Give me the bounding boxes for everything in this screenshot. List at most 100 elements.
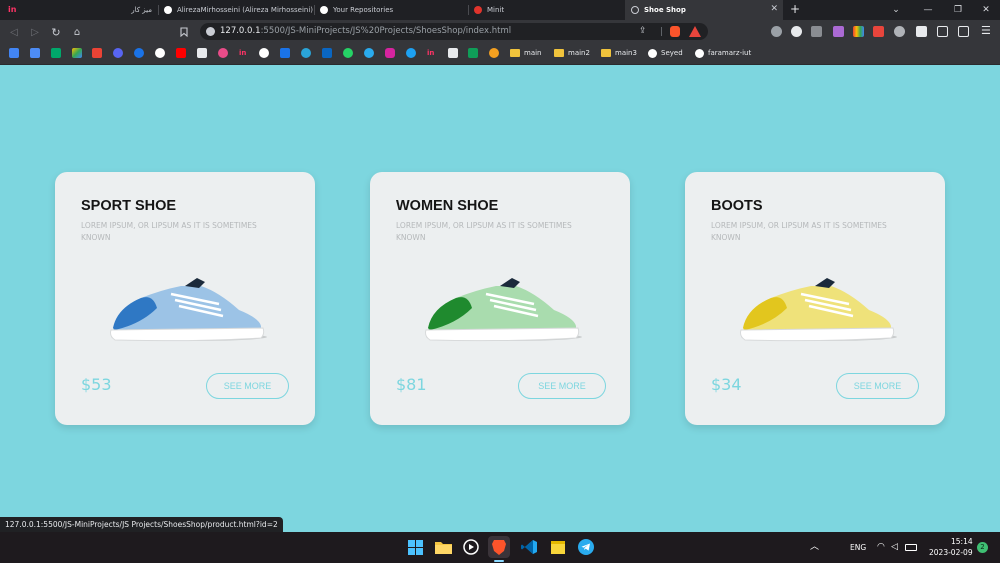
bookmark-label: Seyed [661, 49, 683, 57]
brave-rewards-icon[interactable] [689, 26, 701, 37]
globe-icon [631, 6, 639, 14]
sidebar-icon[interactable] [937, 26, 948, 37]
tray-overflow-icon[interactable]: ︿ [810, 541, 819, 553]
bookmarks-bar: in in main main2 main3 Seyed faramarz-iu… [0, 43, 1000, 65]
extension-icon[interactable] [873, 26, 884, 37]
tasks-icon[interactable] [134, 48, 144, 58]
folder-label: main [524, 49, 542, 57]
language-indicator[interactable]: ENG [850, 543, 866, 552]
instagram-icon[interactable] [385, 48, 395, 58]
mail-icon[interactable] [280, 48, 290, 58]
site-info-icon[interactable] [206, 27, 215, 36]
home-bookmark-icon[interactable] [448, 48, 458, 58]
puzzle-icon[interactable] [916, 26, 927, 37]
youtube-icon[interactable] [176, 48, 186, 58]
see-more-button[interactable]: SEE MORE [836, 373, 919, 399]
product-description: LOREM IPSUM, OR LIPSUM AS IT IS SOMETIME… [396, 221, 572, 242]
bookmark-seyed[interactable]: Seyed [648, 47, 683, 59]
product-price: $34 [711, 375, 742, 394]
dribbble-icon[interactable] [218, 48, 228, 58]
extension-icon[interactable] [833, 26, 844, 37]
close-tab-icon[interactable]: ✕ [770, 5, 778, 14]
telegram-icon[interactable] [575, 536, 597, 558]
extension-icon[interactable] [771, 26, 782, 37]
bookmark-folder-main3[interactable]: main3 [601, 47, 637, 59]
gmail-icon[interactable] [92, 48, 102, 58]
close-window-icon[interactable]: ✕ [973, 0, 999, 20]
meet-icon[interactable] [51, 48, 61, 58]
invision-icon[interactable]: in [427, 48, 437, 58]
github-icon [164, 6, 172, 14]
invision-icon[interactable]: in [239, 48, 249, 58]
minit-icon [474, 6, 482, 14]
back-icon[interactable]: ◁ [6, 24, 22, 40]
bookmark-faramarz[interactable]: faramarz-iut [695, 47, 751, 59]
address-bar[interactable]: 127.0.0.1:5500/JS-MiniProjects/JS%20Proj… [200, 23, 708, 40]
file-explorer-icon[interactable] [432, 536, 454, 558]
docs-icon[interactable] [30, 48, 40, 58]
github-icon[interactable] [259, 48, 269, 58]
reload-icon[interactable]: ↻ [48, 24, 64, 40]
new-tab-icon[interactable]: + [790, 3, 800, 15]
url-path: :5500/JS-MiniProjects/JS%20Projects/Shoe… [260, 26, 512, 36]
brave-shields-icon[interactable] [670, 26, 680, 37]
bookmark-folder-main2[interactable]: main2 [554, 47, 590, 59]
notification-badge[interactable]: 2 [977, 542, 988, 553]
media-player-icon[interactable] [460, 536, 482, 558]
home-icon[interactable]: ⌂ [69, 24, 85, 40]
edge-icon[interactable] [301, 48, 311, 58]
whatsapp-icon[interactable] [343, 48, 353, 58]
tab-minit[interactable]: Minit [468, 0, 624, 20]
extension-icon[interactable] [894, 26, 905, 37]
folder-label: main2 [568, 49, 590, 57]
discord-icon[interactable] [113, 48, 123, 58]
volume-icon[interactable]: ◁ [891, 541, 898, 553]
invision-icon[interactable]: in [8, 5, 16, 14]
bookmark-icon[interactable] [176, 24, 192, 40]
vscode-icon[interactable] [518, 536, 540, 558]
brave-browser-icon[interactable] [488, 536, 510, 558]
tab-shoe-shop[interactable]: Shoe Shop ✕ [625, 0, 783, 20]
extension-icon[interactable] [853, 26, 864, 37]
url-text: 127.0.0.1:5500/JS-MiniProjects/JS%20Proj… [220, 23, 511, 40]
share-icon[interactable]: ⇪ [639, 26, 647, 37]
product-price: $53 [81, 375, 112, 394]
see-more-button[interactable]: SEE MORE [206, 373, 289, 399]
see-more-button[interactable]: SEE MORE [518, 373, 606, 399]
tab-repositories[interactable]: Your Repositories [314, 0, 468, 20]
extension-icon[interactable] [811, 26, 822, 37]
bookmark-site-icon[interactable] [197, 48, 207, 58]
sticky-notes-icon[interactable] [547, 536, 569, 558]
twitter-icon[interactable] [406, 48, 416, 58]
wallet-icon[interactable] [958, 26, 969, 37]
tab-label: Your Repositories [333, 6, 394, 14]
linkedin-icon[interactable] [322, 48, 332, 58]
battery-icon[interactable] [905, 544, 917, 551]
extension-icon[interactable] [791, 26, 802, 37]
minimize-icon[interactable]: — [915, 0, 941, 20]
clock-date[interactable]: 2023-02-09 [929, 548, 973, 557]
wifi-icon[interactable]: ◠ [877, 541, 885, 553]
tab-desk[interactable]: میز کار [90, 0, 158, 20]
google-icon[interactable] [155, 48, 165, 58]
url-host: 127.0.0.1 [220, 26, 261, 36]
folder-label: main3 [615, 49, 637, 57]
product-card-boots: BOOTS LOREM IPSUM, OR LIPSUM AS IT IS SO… [685, 172, 945, 425]
bookmark-folder-main[interactable]: main [510, 47, 542, 59]
tab-search-icon[interactable]: ⌄ [883, 0, 909, 20]
restore-icon[interactable]: ❐ [945, 0, 971, 20]
clock-time[interactable]: 15:14 [951, 537, 973, 546]
calendar-icon[interactable] [9, 48, 19, 58]
product-title: WOMEN SHOE [396, 198, 499, 214]
chart-bookmark-icon[interactable] [468, 48, 478, 58]
telegram-icon[interactable] [364, 48, 374, 58]
tab-github-profile[interactable]: AlirezaMirhosseini (Alireza Mirhosseini) [158, 0, 314, 20]
menu-icon[interactable]: ☰ [981, 24, 991, 38]
tab-label: Shoe Shop [644, 6, 686, 14]
browser-toolbar: ◁ ▷ ↻ ⌂ 127.0.0.1:5500/JS-MiniProjects/J… [0, 20, 1000, 43]
gesture-icon[interactable] [489, 48, 499, 58]
tab-label: میز کار [131, 6, 152, 14]
drive-icon[interactable] [72, 48, 82, 58]
windows-start-icon[interactable] [404, 536, 426, 558]
forward-icon[interactable]: ▷ [27, 24, 43, 40]
